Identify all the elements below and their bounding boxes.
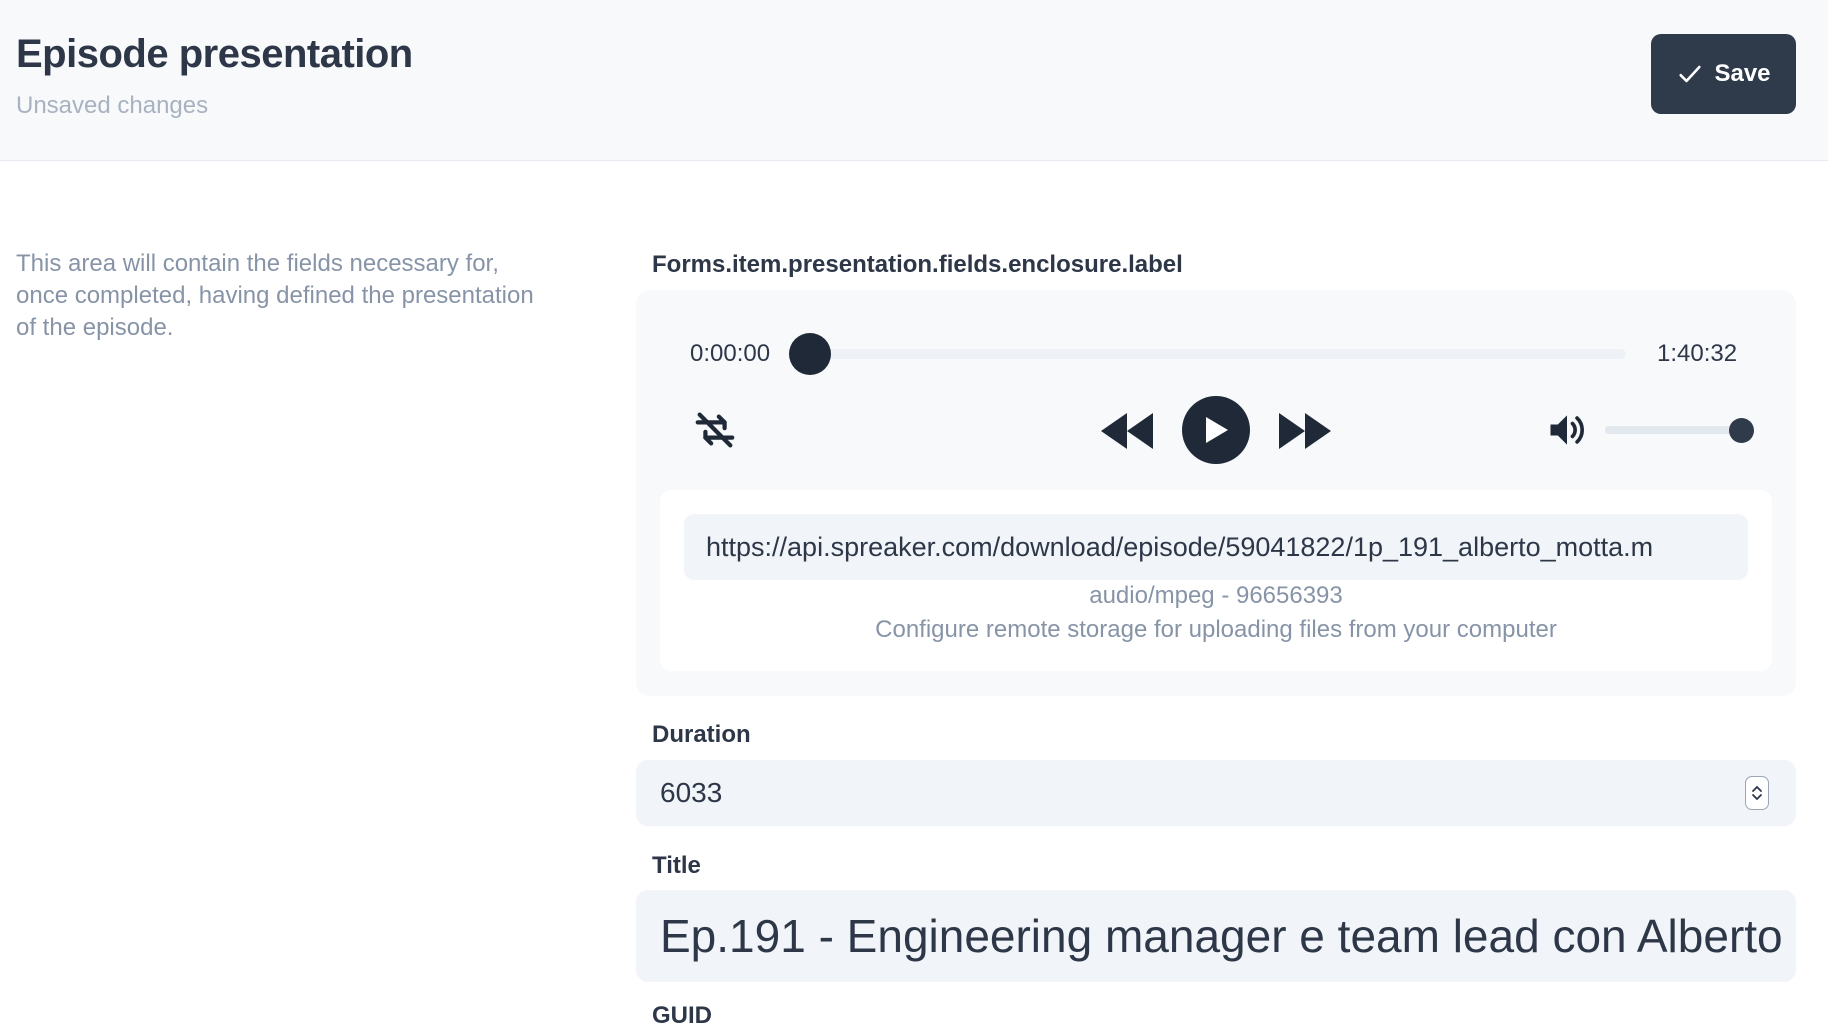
page-title: Episode presentation [16,32,413,76]
progress-thumb[interactable] [789,333,831,375]
current-time: 0:00:00 [690,340,771,367]
chevron-down-icon [1752,794,1762,801]
rewind-icon [1101,413,1153,449]
page-header: Episode presentation Unsaved changes Sav… [0,0,1828,161]
section-description: This area will contain the fields necess… [16,250,534,341]
save-button-label: Save [1714,60,1771,87]
volume-icon [1550,415,1584,445]
check-icon [1679,65,1702,83]
save-button[interactable]: Save [1651,34,1796,114]
fast-forward-button[interactable] [1276,408,1334,454]
duration-stepper[interactable] [1745,776,1769,810]
fast-forward-icon [1279,413,1331,449]
total-time: 1:40:32 [1657,340,1738,367]
guid-label: GUID [652,1002,712,1029]
enclosure-mime-info: audio/mpeg - 96656393 [1089,582,1343,609]
mute-button[interactable] [1544,406,1590,454]
duration-input[interactable]: 6033 [636,760,1796,826]
play-icon [1206,417,1228,443]
unsaved-status: Unsaved changes [16,92,209,119]
chevron-up-icon [1752,785,1762,792]
title-input[interactable]: Ep.191 - Engineering manager e team lead… [636,890,1796,982]
progress-track[interactable] [810,349,1626,359]
loop-toggle[interactable] [690,406,740,454]
title-label: Title [652,852,701,879]
enclosure-url-input[interactable]: https://api.spreaker.com/download/episod… [684,514,1748,580]
volume-track[interactable] [1605,426,1741,434]
rewind-button[interactable] [1098,408,1156,454]
play-button[interactable] [1182,396,1250,464]
volume-thumb[interactable] [1729,418,1754,443]
volume-fill [1605,426,1741,434]
storage-hint: Configure remote storage for uploading f… [875,616,1557,643]
enclosure-label: Forms.item.presentation.fields.enclosure… [652,251,1183,278]
duration-label: Duration [652,721,751,748]
repeat-off-icon [695,412,735,448]
